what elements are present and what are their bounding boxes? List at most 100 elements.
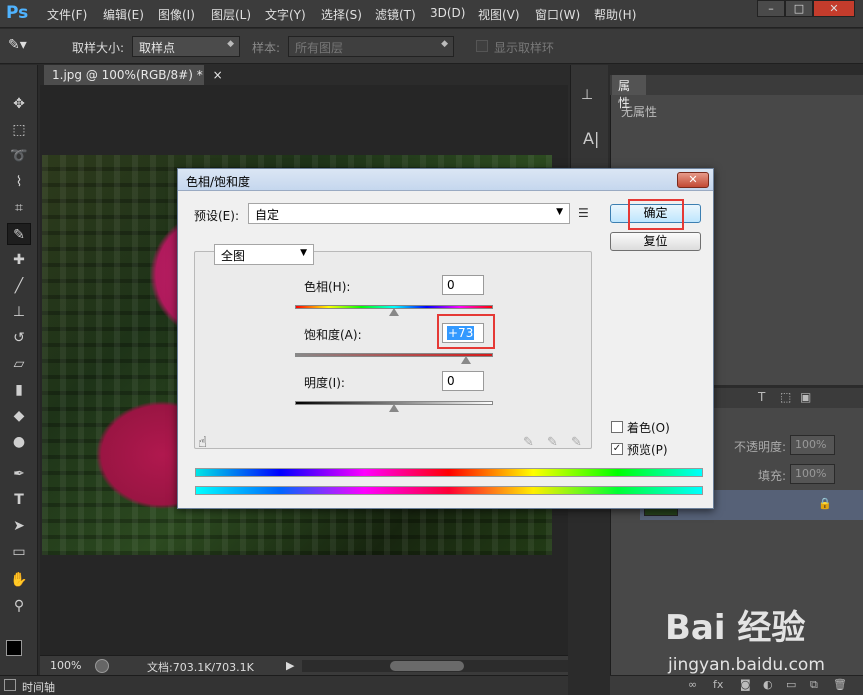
- layer-style-icon[interactable]: fx: [713, 678, 723, 691]
- status-bar: 100% 文档:703.1K/703.1K ▶: [40, 655, 568, 675]
- brush-tool-icon[interactable]: ╱: [7, 275, 31, 297]
- eyedropper-tool-icon[interactable]: ✎: [7, 223, 31, 245]
- lightness-label: 明度(I):: [304, 376, 345, 390]
- menu-type[interactable]: 文字(Y): [265, 6, 306, 23]
- gradient-tool-icon[interactable]: ▮: [7, 379, 31, 401]
- document-info: 文档:703.1K/703.1K: [147, 661, 254, 674]
- colorize-checkbox[interactable]: [611, 421, 623, 433]
- preset-select[interactable]: 自定 ▼: [248, 203, 570, 224]
- menu-file[interactable]: 文件(F): [47, 6, 87, 23]
- menu-image[interactable]: 图像(I): [158, 6, 195, 23]
- menu-select[interactable]: 选择(S): [321, 6, 362, 23]
- preview-label[interactable]: 预览(P): [627, 441, 668, 458]
- options-bar: ✎▾ 取样大小: 取样点 ◆ 样本: 所有图层 ◆ 显示取样环: [0, 29, 863, 64]
- menu-window[interactable]: 窗口(W): [535, 6, 580, 23]
- dodge-tool-icon[interactable]: ●: [7, 431, 31, 453]
- healing-brush-tool-icon[interactable]: ✚: [7, 249, 31, 271]
- dialog-close-button[interactable]: ✕: [677, 172, 709, 188]
- channel-value: 全图: [221, 249, 246, 263]
- menu-help[interactable]: 帮助(H): [594, 6, 636, 23]
- horizontal-scrollbar[interactable]: [302, 660, 568, 672]
- fill-label: 填充:: [758, 469, 787, 483]
- add-mask-icon[interactable]: ◙: [740, 678, 751, 691]
- saturation-slider-thumb[interactable]: [461, 356, 472, 364]
- sample-select: 所有图层 ◆: [288, 36, 454, 57]
- type-tool-icon[interactable]: T: [7, 489, 31, 511]
- timeline-bar: 时间轴: [0, 675, 568, 695]
- crop-tool-icon[interactable]: ⌗: [7, 197, 31, 219]
- menu-filter[interactable]: 滤镜(T): [375, 6, 416, 23]
- type-filter-icon[interactable]: T: [758, 390, 765, 404]
- targeted-adjustment-hand-icon[interactable]: ☝: [198, 433, 207, 451]
- rectangle-tool-icon[interactable]: ▭: [7, 541, 31, 563]
- status-arrow-icon[interactable]: ▶: [286, 659, 294, 672]
- dialog-titlebar[interactable]: 色相/饱和度 ✕: [178, 169, 713, 191]
- lasso-tool-icon[interactable]: ➰: [7, 145, 31, 167]
- tab-close-icon[interactable]: ×: [213, 68, 223, 82]
- properties-header: [610, 75, 863, 95]
- character-panel-icon[interactable]: A|: [583, 129, 599, 148]
- blur-tool-icon[interactable]: ◆: [7, 405, 31, 427]
- history-brush-tool-icon[interactable]: ↺: [7, 327, 31, 349]
- marquee-tool-icon[interactable]: ⬚: [7, 119, 31, 141]
- maximize-button[interactable]: □: [785, 0, 813, 17]
- clone-stamp-tool-icon[interactable]: ⊥: [7, 301, 31, 323]
- timeline-label[interactable]: 时间轴: [22, 679, 55, 695]
- new-layer-icon[interactable]: ⧉: [810, 678, 818, 692]
- zoom-tool-icon[interactable]: ⚲: [7, 595, 31, 617]
- smart-filter-icon[interactable]: ▣: [800, 390, 811, 404]
- menu-view[interactable]: 视图(V): [478, 6, 520, 23]
- opacity-input[interactable]: 100%: [790, 435, 835, 455]
- fill-input[interactable]: 100%: [790, 464, 835, 484]
- baidu-jingyan-watermark-logo: Bai 经验: [665, 608, 806, 648]
- tab-properties[interactable]: 属性: [612, 75, 646, 110]
- new-group-icon[interactable]: ▭: [786, 678, 796, 691]
- preview-checkbox[interactable]: ✓: [611, 443, 623, 455]
- minimize-button[interactable]: –: [757, 0, 785, 17]
- sample-size-label: 取样大小:: [72, 41, 125, 55]
- foreground-color-swatch[interactable]: [6, 640, 22, 656]
- menu-edit[interactable]: 编辑(E): [103, 6, 144, 23]
- opacity-label: 不透明度:: [734, 440, 787, 454]
- move-tool-icon[interactable]: ✥: [7, 93, 31, 115]
- hue-label: 色相(H):: [304, 280, 351, 294]
- chevron-down-icon: ▼: [556, 207, 563, 217]
- eyedropper-plus-icon: ✎: [547, 435, 558, 450]
- lightness-slider-thumb[interactable]: [389, 404, 399, 412]
- document-tab-title: 1.jpg @ 100%(RGB/8#) *: [52, 68, 203, 82]
- hue-slider-thumb[interactable]: [389, 308, 399, 316]
- path-select-tool-icon[interactable]: ➤: [7, 515, 31, 537]
- history-panel-icon[interactable]: ⊥: [581, 87, 593, 103]
- saturation-label: 饱和度(A):: [304, 328, 362, 342]
- document-tab[interactable]: 1.jpg @ 100%(RGB/8#) * ×: [44, 65, 223, 85]
- lightness-input[interactable]: 0: [442, 371, 484, 391]
- link-layers-icon[interactable]: ∞: [688, 678, 697, 691]
- eyedropper-icon: ✎: [523, 435, 534, 450]
- timeline-icon: [4, 679, 16, 691]
- sample-size-value: 取样点: [139, 41, 176, 55]
- hue-saturation-dialog: 色相/饱和度 ✕ 预设(E): 自定 ▼ ☰ 确定 复位 全图 ▼ 色相(H):…: [177, 168, 714, 509]
- pen-tool-icon[interactable]: ✒: [7, 463, 31, 485]
- zoom-level[interactable]: 100%: [50, 659, 81, 672]
- menu-layer[interactable]: 图层(L): [211, 6, 251, 23]
- status-menu-icon[interactable]: [95, 659, 109, 673]
- sample-size-select[interactable]: 取样点 ◆: [132, 36, 240, 57]
- eyedropper-icon[interactable]: ✎▾: [8, 37, 38, 57]
- eraser-tool-icon[interactable]: ▱: [7, 353, 31, 375]
- channel-select[interactable]: 全图 ▼: [214, 244, 314, 265]
- quick-select-tool-icon[interactable]: ⌇: [7, 171, 31, 193]
- shape-filter-icon[interactable]: ⬚: [780, 390, 791, 404]
- sample-value: 所有图层: [295, 41, 344, 55]
- hand-tool-icon[interactable]: ✋: [7, 569, 31, 591]
- close-window-button[interactable]: ✕: [813, 0, 855, 17]
- scrollbar-thumb[interactable]: [390, 661, 464, 671]
- delete-layer-icon[interactable]: 🗑: [833, 678, 847, 691]
- reset-button[interactable]: 复位: [610, 232, 701, 251]
- hue-input[interactable]: 0: [442, 275, 484, 295]
- adjustment-layer-icon[interactable]: ◐: [763, 678, 773, 691]
- menu-3d[interactable]: 3D(D): [430, 6, 465, 20]
- preset-options-icon[interactable]: ☰: [578, 206, 589, 220]
- colorize-label[interactable]: 着色(O): [627, 419, 670, 436]
- watermark-url: jingyan.baidu.com: [668, 655, 825, 675]
- tools-panel: ✥ ⬚ ➰ ⌇ ⌗ ✎ ✚ ╱ ⊥ ↺ ▱ ▮ ◆ ● ✒ T ➤ ▭ ✋ ⚲: [0, 65, 38, 693]
